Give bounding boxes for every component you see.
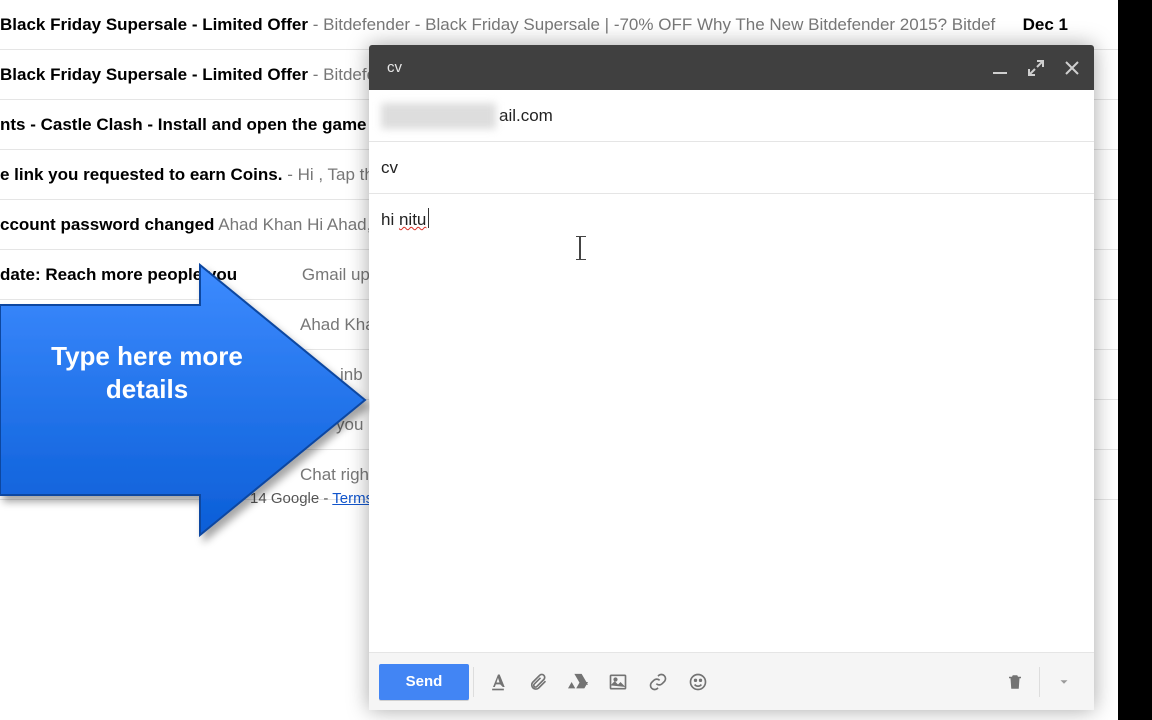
drive-icon[interactable] xyxy=(558,672,598,692)
redacted-recipient xyxy=(381,103,496,129)
compose-window: cv ail.com cv hi nitu Send xyxy=(369,45,1094,710)
paperclip-icon[interactable] xyxy=(518,672,558,692)
text-caret xyxy=(428,208,429,228)
compose-title: cv xyxy=(379,59,992,76)
subject-field[interactable]: cv xyxy=(369,142,1094,194)
compose-body[interactable]: hi nitu xyxy=(369,194,1094,662)
text-cursor-icon xyxy=(579,236,581,260)
format-text-icon[interactable] xyxy=(478,672,518,692)
send-button[interactable]: Send xyxy=(379,664,469,700)
expand-icon[interactable] xyxy=(1028,60,1044,76)
footer: 14 Google - Terms xyxy=(0,490,373,507)
compose-titlebar[interactable]: cv xyxy=(369,45,1094,90)
image-icon[interactable] xyxy=(598,672,638,692)
trash-icon[interactable] xyxy=(995,672,1035,692)
more-icon[interactable] xyxy=(1044,675,1084,689)
inbox-row[interactable]: Black Friday Supersale - Limited Offer -… xyxy=(0,0,1118,50)
close-icon[interactable] xyxy=(1064,60,1080,76)
emoji-icon[interactable] xyxy=(678,672,718,692)
compose-toolbar: Send xyxy=(369,652,1094,710)
minimize-icon[interactable] xyxy=(992,60,1008,76)
link-icon[interactable] xyxy=(638,672,678,692)
terms-link[interactable]: Terms xyxy=(332,490,373,507)
to-field[interactable]: ail.com xyxy=(369,90,1094,142)
